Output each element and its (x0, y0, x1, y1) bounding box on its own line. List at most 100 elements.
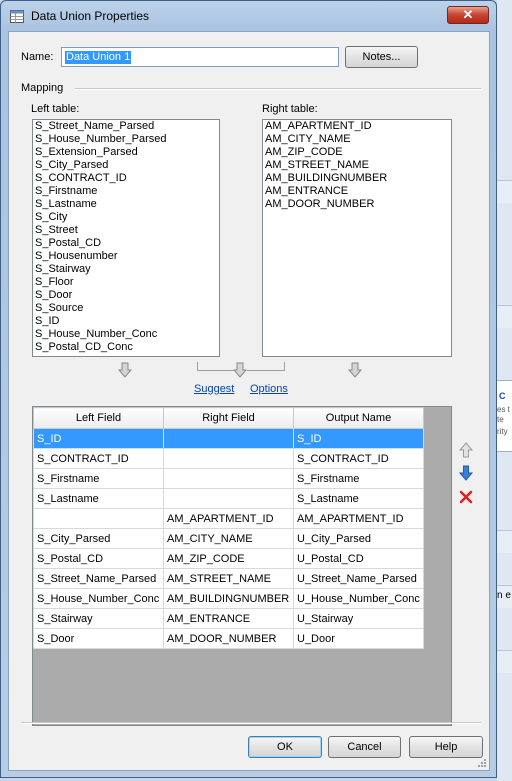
left-table-item[interactable]: S_City_Parsed (33, 159, 219, 172)
right-table-item[interactable]: AM_ENTRANCE (263, 185, 451, 198)
right-field-cell[interactable] (163, 468, 294, 489)
left-field-cell[interactable]: S_CONTRACT_ID (33, 448, 164, 469)
add-both-arrow-icon[interactable] (233, 362, 247, 378)
table-row[interactable]: S_ID S_ID (33, 428, 424, 449)
title-bar[interactable]: Data Union Properties ✕ (1, 1, 496, 31)
table-row[interactable]: S_CONTRACT_ID S_CONTRACT_ID (33, 448, 424, 469)
notes-button[interactable]: Notes... (345, 46, 418, 68)
left-table-item[interactable]: S_Postal_CD (33, 237, 219, 250)
table-row[interactable]: S_Firstname S_Firstname (33, 468, 424, 489)
right-field-cell[interactable] (163, 448, 294, 469)
cancel-button[interactable]: Cancel (328, 736, 401, 758)
close-button[interactable]: ✕ (447, 6, 489, 24)
table-row[interactable]: S_Street_Name_Parsed AM_STREET_NAME U_St… (33, 568, 424, 589)
right-table-item[interactable]: AM_APARTMENT_ID (263, 120, 451, 133)
table-row[interactable]: S_Door AM_DOOR_NUMBER U_Door (33, 628, 424, 649)
right-table-item[interactable]: AM_BUILDINGNUMBER (263, 172, 451, 185)
right-table-list[interactable]: AM_APARTMENT_ID AM_CITY_NAME AM_ZIP_CODE… (262, 119, 452, 357)
column-header-right-field[interactable]: Right Field (163, 407, 294, 429)
right-table-item[interactable]: AM_ZIP_CODE (263, 146, 451, 159)
right-table-item[interactable]: AM_CITY_NAME (263, 133, 451, 146)
left-field-cell[interactable]: S_Stairway (33, 608, 164, 629)
left-table-item[interactable]: S_Lastname (33, 198, 219, 211)
table-row[interactable]: S_City_Parsed AM_CITY_NAME U_City_Parsed (33, 528, 424, 549)
left-table-item[interactable]: S_Street (33, 224, 219, 237)
left-field-cell[interactable]: S_City_Parsed (33, 528, 164, 549)
table-row[interactable]: S_House_Number_Conc AM_BUILDINGNUMBER U_… (33, 588, 424, 609)
output-name-cell[interactable]: U_Postal_CD (293, 548, 424, 569)
left-field-cell[interactable]: S_Door (33, 628, 164, 649)
output-name-cell[interactable]: U_City_Parsed (293, 528, 424, 549)
left-field-cell[interactable]: S_ID (33, 428, 164, 449)
output-name-cell[interactable]: U_Stairway (293, 608, 424, 629)
left-table-item[interactable]: S_Street_Name_Parsed (33, 120, 219, 133)
output-name-cell[interactable]: S_CONTRACT_ID (293, 448, 424, 469)
background-text: n e (497, 590, 511, 601)
left-table-item[interactable]: S_Postal_CD_Conc (33, 341, 219, 354)
move-down-icon[interactable] (458, 465, 474, 481)
right-field-cell[interactable]: AM_APARTMENT_ID (163, 508, 294, 529)
move-up-icon[interactable] (458, 442, 474, 458)
column-header-left-field[interactable]: Left Field (33, 407, 164, 429)
ok-button[interactable]: OK (248, 736, 322, 758)
right-field-cell[interactable]: AM_ZIP_CODE (163, 548, 294, 569)
left-field-cell[interactable]: S_Postal_CD (33, 548, 164, 569)
left-table-item[interactable]: S_Firstname (33, 185, 219, 198)
dialog-window: Data Union Properties ✕ Name: Data Union… (0, 0, 497, 778)
output-name-cell[interactable]: S_ID (293, 428, 424, 449)
left-table-list[interactable]: S_Street_Name_Parsed S_House_Number_Pars… (32, 119, 220, 357)
background-panel-title: C (499, 391, 506, 401)
right-field-cell[interactable]: AM_CITY_NAME (163, 528, 294, 549)
delete-icon[interactable] (458, 489, 474, 505)
resize-grip-icon[interactable] (477, 758, 487, 768)
suggest-link[interactable]: Suggest (194, 383, 234, 395)
table-row[interactable]: S_Postal_CD AM_ZIP_CODE U_Postal_CD (33, 548, 424, 569)
table-row[interactable]: S_Stairway AM_ENTRANCE U_Stairway (33, 608, 424, 629)
right-field-cell[interactable]: AM_ENTRANCE (163, 608, 294, 629)
data-union-icon (10, 10, 24, 23)
left-table-item[interactable]: S_Source (33, 302, 219, 315)
right-table-item[interactable]: AM_STREET_NAME (263, 159, 451, 172)
right-field-cell[interactable] (163, 488, 294, 509)
table-row[interactable]: S_Lastname S_Lastname (33, 488, 424, 509)
output-name-cell[interactable]: U_House_Number_Conc (293, 588, 424, 609)
left-field-cell[interactable]: S_Street_Name_Parsed (33, 568, 164, 589)
add-left-arrow-icon[interactable] (118, 362, 132, 378)
name-input[interactable]: Data Union 1 (61, 47, 339, 67)
left-table-item[interactable]: S_Stairway (33, 263, 219, 276)
left-field-cell[interactable] (33, 508, 164, 529)
left-table-item[interactable]: S_Floor (33, 276, 219, 289)
left-table-item[interactable]: S_Door (33, 289, 219, 302)
left-table-item[interactable]: S_House_Number_Parsed (33, 133, 219, 146)
notes-button-label: Notes... (362, 51, 401, 63)
right-field-cell[interactable]: AM_DOOR_NUMBER (163, 628, 294, 649)
options-link[interactable]: Options (250, 383, 288, 395)
background-row: n e (497, 585, 512, 608)
left-table-item[interactable]: S_House_Number_Conc (33, 328, 219, 341)
output-name-cell[interactable]: U_Street_Name_Parsed (293, 568, 424, 589)
left-table-item[interactable]: S_City (33, 211, 219, 224)
mapping-grid[interactable]: Left Field Right Field Output Name S_ID … (32, 406, 452, 726)
add-right-arrow-icon[interactable] (348, 362, 362, 378)
help-button-label: Help (434, 741, 458, 753)
left-table-item[interactable]: S_Extension_Parsed (33, 146, 219, 159)
output-name-cell[interactable]: U_Door (293, 628, 424, 649)
output-name-cell[interactable]: AM_APARTMENT_ID (293, 508, 424, 529)
right-field-cell[interactable]: AM_STREET_NAME (163, 568, 294, 589)
output-name-cell[interactable]: S_Firstname (293, 468, 424, 489)
left-field-cell[interactable]: S_Firstname (33, 468, 164, 489)
left-field-cell[interactable]: S_Lastname (33, 488, 164, 509)
help-button[interactable]: Help (409, 736, 483, 758)
left-table-item[interactable]: S_Housenumber (33, 250, 219, 263)
left-table-item[interactable]: S_ID (33, 315, 219, 328)
left-field-cell[interactable]: S_House_Number_Conc (33, 588, 164, 609)
cancel-button-label: Cancel (347, 741, 382, 753)
right-field-cell[interactable] (163, 428, 294, 449)
right-table-item[interactable]: AM_DOOR_NUMBER (263, 198, 451, 211)
right-field-cell[interactable]: AM_BUILDINGNUMBER (163, 588, 294, 609)
left-table-item[interactable]: S_CONTRACT_ID (33, 172, 219, 185)
column-header-output-name[interactable]: Output Name (293, 407, 424, 429)
output-name-cell[interactable]: S_Lastname (293, 488, 424, 509)
background-panel-line: rity (497, 427, 508, 436)
table-row[interactable]: AM_APARTMENT_ID AM_APARTMENT_ID (33, 508, 424, 529)
